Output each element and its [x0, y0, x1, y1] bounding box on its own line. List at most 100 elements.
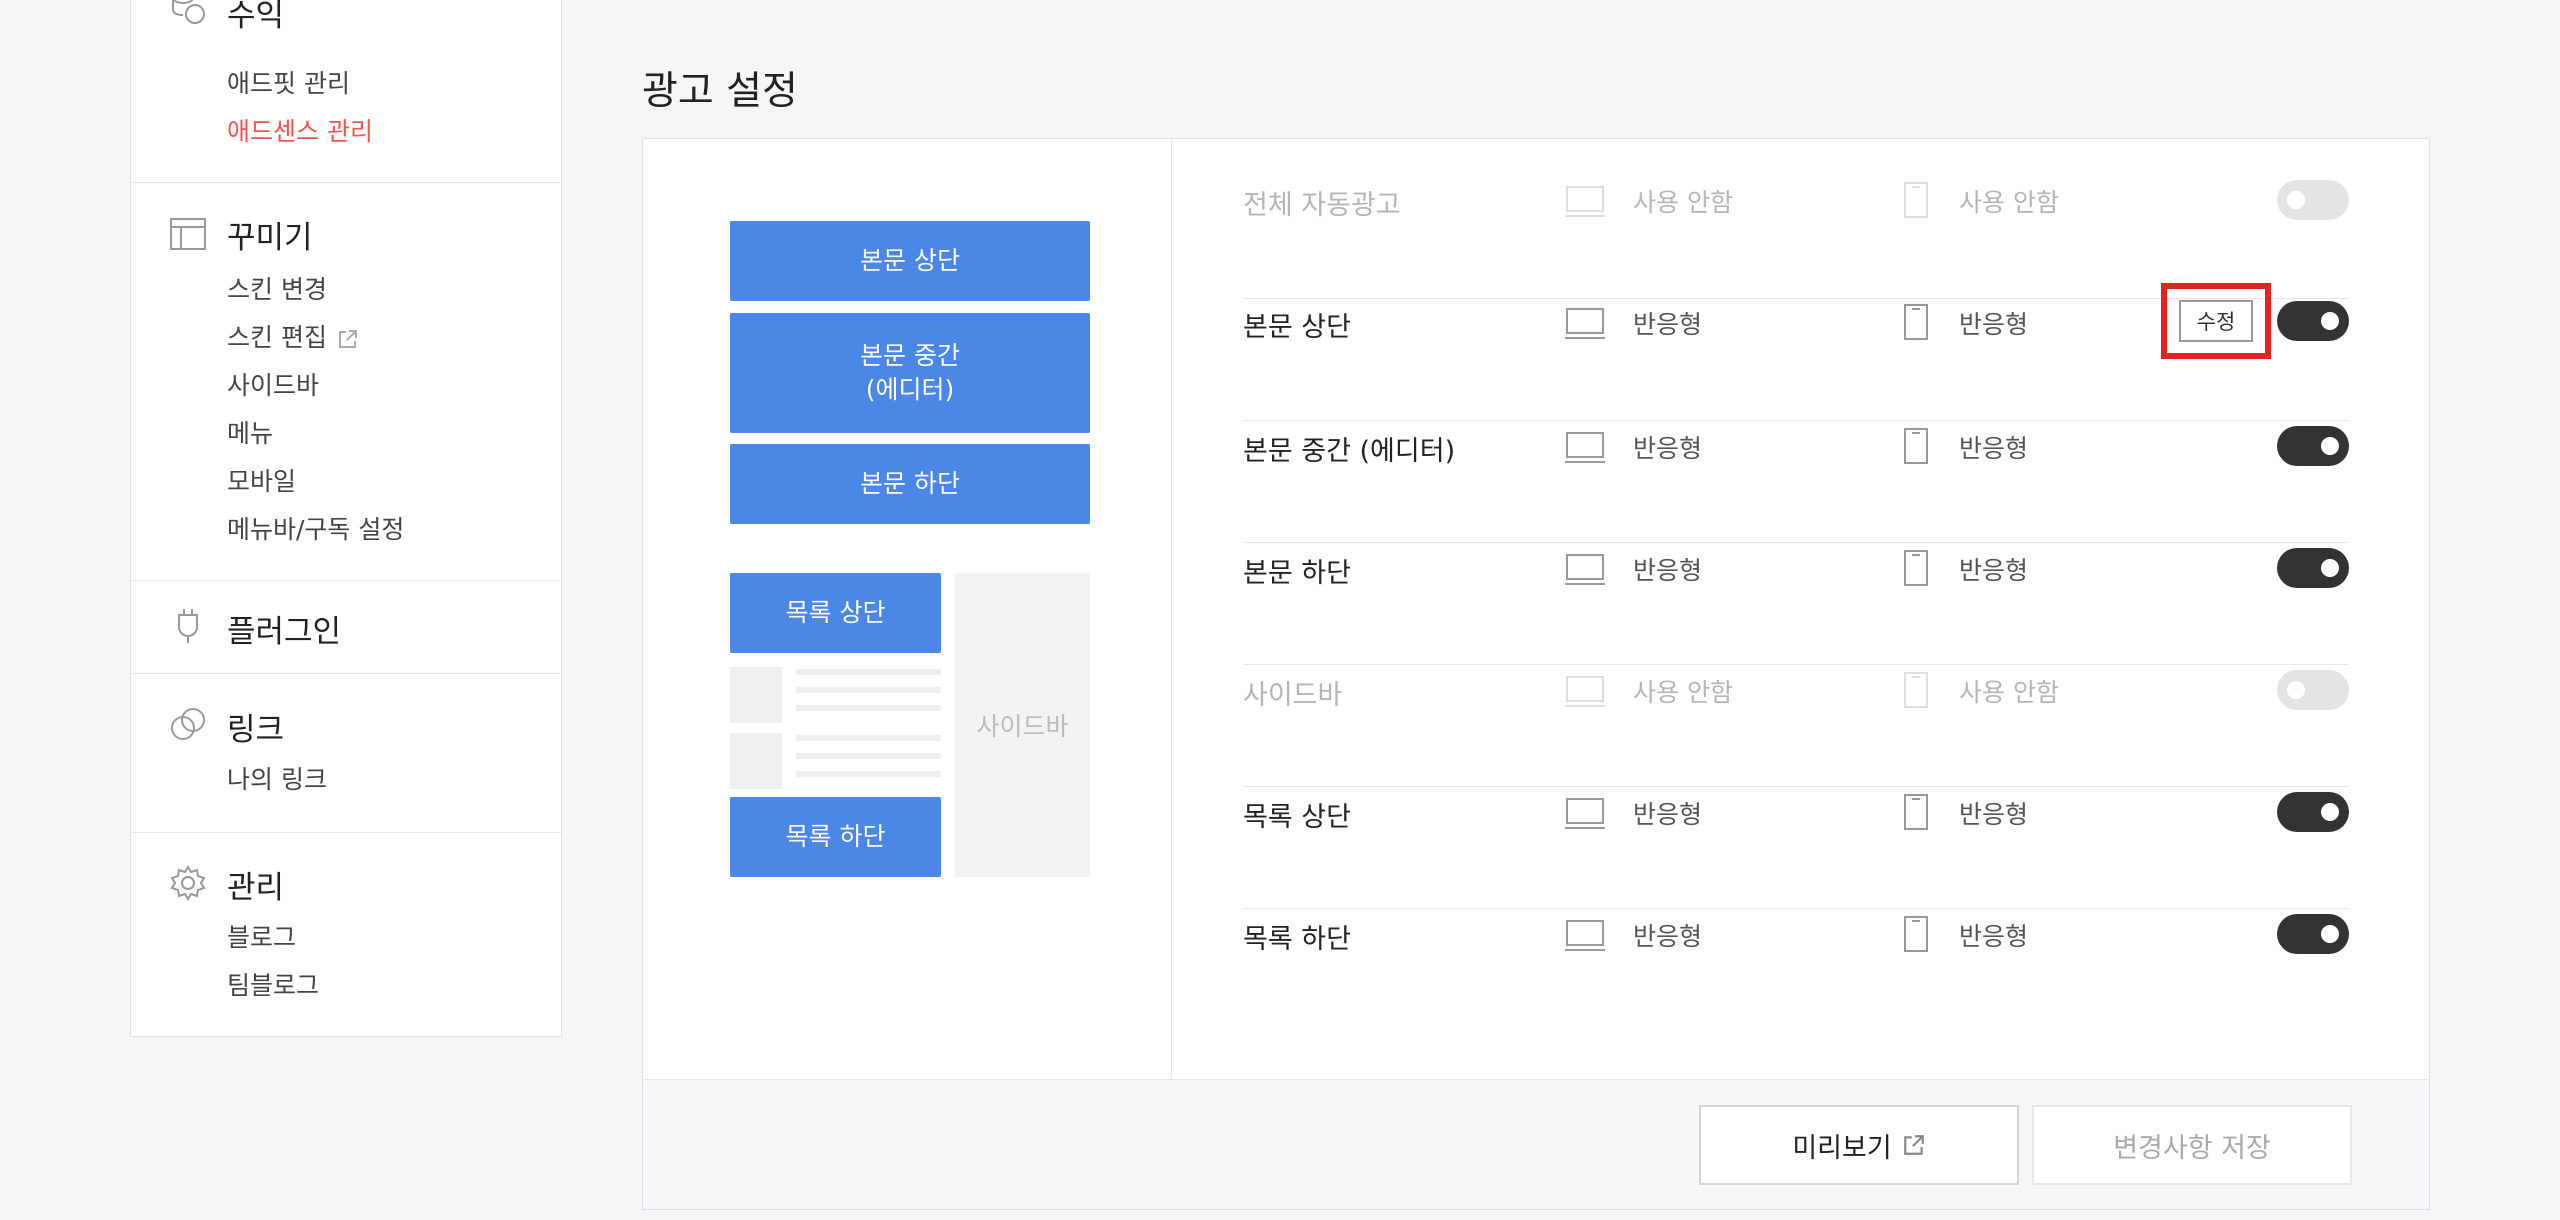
sidebar-item-label: 스킨 편집: [227, 323, 327, 352]
toggle-knob: [2321, 312, 2339, 330]
section-title-plugin[interactable]: 플러그인: [227, 606, 341, 651]
placeholder-line: [796, 735, 941, 741]
sidebar-item-my-link[interactable]: 나의 링크: [227, 760, 327, 796]
desktop-icon: [1565, 432, 1605, 463]
row-mobile-value: 사용 안함: [1959, 678, 2059, 707]
placeholder-thumb: [730, 733, 782, 789]
plug-icon: [169, 607, 207, 645]
toggle-knob: [2321, 559, 2339, 577]
placeholder-line: [796, 753, 941, 759]
divider: [131, 182, 561, 183]
row-pc-value: 반응형: [1633, 922, 1703, 951]
row-label: 전체 자동광고: [1243, 190, 1401, 221]
sidebar-item-sidebar[interactable]: 사이드바: [227, 366, 319, 402]
row-pc-value: 반응형: [1633, 556, 1703, 585]
section-title-manage[interactable]: 관리: [227, 862, 284, 907]
ad-row-auto: 전체 자동광고 사용 안함 사용 안함: [1243, 175, 2349, 297]
toggle-knob: [2287, 191, 2305, 209]
divider: [131, 832, 561, 833]
row-mobile-value: 반응형: [1959, 922, 2029, 951]
row-label: 목록 상단: [1243, 802, 1351, 833]
sidebar-item-blog[interactable]: 블로그: [227, 918, 296, 954]
external-link-icon: [1903, 1135, 1924, 1155]
placeholder-line: [796, 669, 941, 675]
ad-row-sidebar: 사이드바 사용 안함 사용 안함: [1243, 665, 2349, 787]
edit-highlight: 수정: [2161, 283, 2271, 359]
row-pc-value: 반응형: [1633, 800, 1703, 829]
desktop-icon: [1565, 554, 1605, 585]
sidebar-item-mobile[interactable]: 모바일: [227, 462, 296, 498]
ad-row-body-top: 본문 상단 반응형 반응형 수정: [1243, 283, 2349, 421]
toggle-knob: [2287, 681, 2305, 699]
mobile-icon: [1904, 672, 1928, 708]
sidebar-item-menu[interactable]: 메뉴: [227, 414, 273, 450]
save-changes-button[interactable]: 변경사항 저장: [2032, 1105, 2352, 1185]
row-pc-value: 사용 안함: [1633, 678, 1733, 707]
ad-toggle[interactable]: [2277, 426, 2349, 466]
row-pc-value: 반응형: [1633, 310, 1703, 339]
row-mobile-value: 반응형: [1959, 434, 2029, 463]
toggle-knob: [2321, 803, 2339, 821]
sidebar-item-team-blog[interactable]: 팀블로그: [227, 966, 319, 1002]
ad-toggle[interactable]: [2277, 301, 2349, 341]
desktop-icon: [1565, 798, 1605, 829]
row-pc-value: 사용 안함: [1633, 188, 1733, 217]
sidebar-nav: 수익 애드핏 관리 애드센스 관리 꾸미기 스킨 변경 스킨 편집 사이드바 메…: [130, 0, 562, 1037]
preview-body-bottom: 본문 하단: [730, 444, 1090, 524]
sidebar-item-adsense[interactable]: 애드센스 관리: [227, 112, 373, 148]
row-label: 본문 하단: [1243, 558, 1351, 589]
ad-toggle[interactable]: [2277, 670, 2349, 710]
preview-sidebar: 사이드바: [955, 573, 1090, 877]
mobile-icon: [1904, 182, 1928, 218]
section-title-link[interactable]: 링크: [227, 704, 284, 749]
desktop-icon: [1565, 308, 1605, 339]
page-title: 광고 설정: [642, 69, 798, 114]
row-label: 목록 하단: [1243, 924, 1351, 955]
placeholder-line: [796, 771, 941, 777]
section-title-revenue[interactable]: 수익: [227, 0, 284, 35]
preview-body-middle-line2: (에디터): [865, 375, 955, 404]
ad-row-body-bottom: 본문 하단 반응형 반응형: [1243, 543, 2349, 665]
layout-icon: [169, 215, 207, 253]
row-pc-value: 반응형: [1633, 434, 1703, 463]
ad-settings-panel: 본문 상단 본문 중간 (에디터) 본문 하단 사이드바 목록 상단 목록 하단…: [642, 138, 2430, 1210]
row-label: 본문 상단: [1243, 312, 1351, 343]
row-mobile-value: 반응형: [1959, 556, 2029, 585]
preview-button-label: 미리보기: [1792, 1132, 1892, 1164]
sidebar-item-adfit[interactable]: 애드핏 관리: [227, 64, 350, 100]
row-mobile-value: 반응형: [1959, 800, 2029, 829]
preview-body-middle: 본문 중간 (에디터): [730, 313, 1090, 433]
divider: [131, 673, 561, 674]
sidebar-item-skin-change[interactable]: 스킨 변경: [227, 270, 327, 306]
link-circles-icon: [169, 706, 207, 744]
gear-icon: [169, 864, 207, 902]
row-mobile-value: 사용 안함: [1959, 188, 2059, 217]
divider: [131, 580, 561, 581]
divider: [1171, 139, 1172, 1079]
preview-button[interactable]: 미리보기: [1699, 1105, 2019, 1185]
desktop-icon: [1565, 186, 1605, 217]
row-label: 본문 중간 (에디터): [1243, 436, 1456, 467]
ad-row-list-bottom: 목록 하단 반응형 반응형: [1243, 909, 2349, 1031]
desktop-icon: [1565, 676, 1605, 707]
ad-row-list-top: 목록 상단 반응형 반응형: [1243, 787, 2349, 909]
edit-button[interactable]: 수정: [2179, 300, 2253, 342]
toggle-knob: [2321, 437, 2339, 455]
ad-toggle[interactable]: [2277, 180, 2349, 220]
toggle-knob: [2321, 925, 2339, 943]
row-label: 사이드바: [1243, 680, 1343, 711]
coins-icon: [169, 0, 207, 26]
placeholder-thumb: [730, 667, 782, 723]
ad-toggle[interactable]: [2277, 792, 2349, 832]
sidebar-item-skin-edit[interactable]: 스킨 편집: [227, 318, 359, 354]
desktop-icon: [1565, 920, 1605, 951]
preview-body-middle-line1: 본문 중간: [860, 341, 960, 370]
ad-toggle[interactable]: [2277, 548, 2349, 588]
ad-toggle[interactable]: [2277, 914, 2349, 954]
row-mobile-value: 반응형: [1959, 310, 2029, 339]
placeholder-line: [796, 687, 941, 693]
mobile-icon: [1904, 304, 1928, 340]
mobile-icon: [1904, 550, 1928, 586]
sidebar-item-menubar[interactable]: 메뉴바/구독 설정: [227, 510, 404, 546]
section-title-decorate[interactable]: 꾸미기: [227, 212, 313, 257]
